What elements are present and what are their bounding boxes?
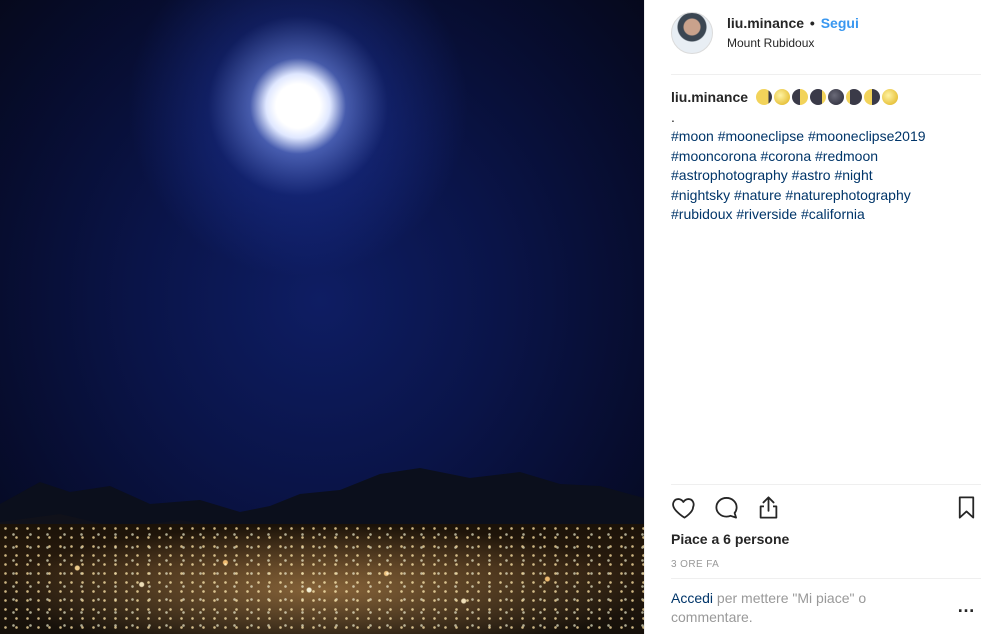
- caption-author-link[interactable]: liu.minance: [671, 89, 748, 105]
- hashtag-link[interactable]: #night: [834, 167, 872, 183]
- hashtag-link[interactable]: #mooneclipse: [718, 128, 804, 144]
- heart-icon: [671, 497, 695, 519]
- login-link[interactable]: Accedi: [671, 590, 713, 606]
- city-lights-dots: [0, 524, 644, 634]
- hashtag-link[interactable]: #california: [801, 206, 865, 222]
- avatar[interactable]: [671, 12, 713, 54]
- post-details-panel: liu.minance • Segui Mount Rubidoux liu.m…: [644, 0, 1000, 634]
- hashtag-line: #rubidoux #riverside #california: [671, 205, 981, 225]
- hashtag-link[interactable]: #nature: [734, 187, 781, 203]
- hashtag-link[interactable]: #moon: [671, 128, 714, 144]
- action-bar: [669, 492, 981, 524]
- hashtag-link[interactable]: #redmoon: [815, 148, 878, 164]
- follow-button[interactable]: Segui: [821, 15, 859, 31]
- last-quarter-moon-icon: [863, 89, 880, 105]
- hashtag-link[interactable]: #astrophotography: [671, 167, 788, 183]
- location-link[interactable]: Mount Rubidoux: [727, 36, 814, 50]
- hashtag-line: #moon #mooneclipse #mooneclipse2019: [671, 127, 981, 147]
- like-button[interactable]: [669, 492, 699, 522]
- hashtag-link[interactable]: #mooneclipse2019: [808, 128, 926, 144]
- post-photo[interactable]: [0, 0, 644, 634]
- more-options-button[interactable]: …: [957, 596, 976, 617]
- hashtag-link[interactable]: #nightsky: [671, 187, 730, 203]
- hashtag-link[interactable]: #rubidoux: [671, 206, 733, 222]
- first-quarter-moon-icon: [791, 89, 808, 105]
- hashtag-line: #astrophotography #astro #night: [671, 166, 981, 186]
- caption-dot: .: [671, 108, 675, 125]
- share-button[interactable]: [753, 492, 783, 522]
- separator-dot: •: [809, 15, 815, 31]
- new-moon-icon: [827, 89, 844, 105]
- comment-button[interactable]: [711, 492, 741, 522]
- full-moon-icon: [773, 89, 790, 105]
- header-title-line: liu.minance • Segui: [727, 15, 859, 31]
- hashtag-link[interactable]: #naturephotography: [785, 187, 910, 203]
- instagram-post-window: liu.minance • Segui Mount Rubidoux liu.m…: [0, 0, 1000, 634]
- save-button[interactable]: [951, 492, 981, 522]
- waning-crescent-moon-icon: [809, 89, 826, 105]
- bookmark-icon: [958, 495, 974, 519]
- moon-emoji-row: [755, 89, 898, 105]
- divider: [671, 578, 981, 579]
- hashtag-link[interactable]: #corona: [761, 148, 812, 164]
- waxing-gibbous-moon-icon: [755, 89, 772, 105]
- full-moon-icon: [881, 89, 898, 105]
- hashtag-line: #mooncorona #corona #redmoon: [671, 147, 981, 167]
- waxing-crescent-moon-icon: [845, 89, 862, 105]
- share-icon: [759, 495, 777, 519]
- post-header: liu.minance • Segui Mount Rubidoux: [671, 12, 981, 56]
- likes-count[interactable]: Piace a 6 persone: [671, 531, 789, 547]
- login-to-comment: Accedi per mettere "Mi piace" o commenta…: [671, 589, 941, 627]
- hashtag-link[interactable]: #riverside: [736, 206, 797, 222]
- caption: liu.minance . #moon #mooneclipse #moonec…: [671, 88, 981, 225]
- divider: [671, 484, 981, 485]
- hashtag-link[interactable]: #astro: [792, 167, 831, 183]
- hashtag-line: #nightsky #nature #naturephotography: [671, 186, 981, 206]
- comment-icon: [714, 496, 738, 519]
- username-link[interactable]: liu.minance: [727, 15, 804, 31]
- hashtag-link[interactable]: #mooncorona: [671, 148, 757, 164]
- divider: [671, 74, 981, 75]
- post-timestamp: 3 ORE FA: [671, 559, 720, 570]
- hashtag-block: #moon #mooneclipse #mooneclipse2019 #moo…: [671, 127, 981, 225]
